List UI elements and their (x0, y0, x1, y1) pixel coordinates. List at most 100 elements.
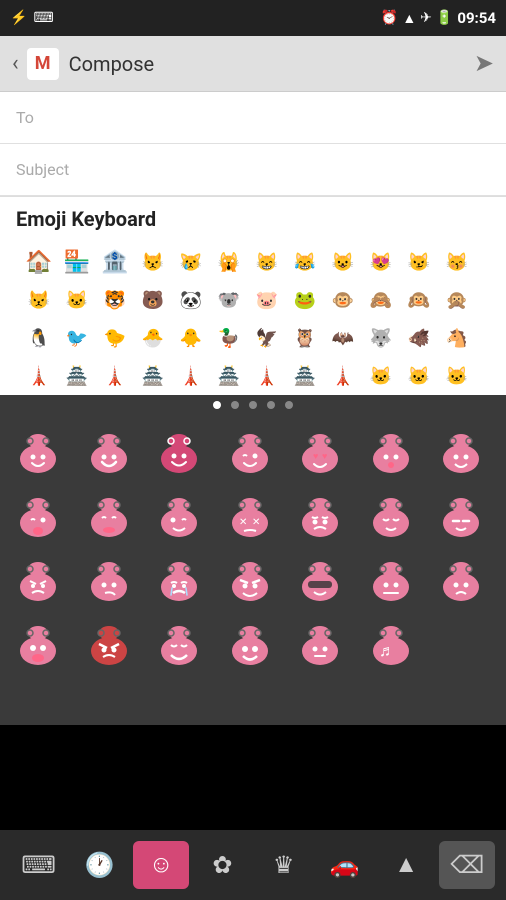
pink-emoji-tongue[interactable] (8, 489, 68, 549)
black-emoji-c2[interactable]: 🐦 (58, 319, 96, 357)
black-emoji-cat4[interactable]: 😸 (248, 243, 286, 281)
pink-emoji-grr[interactable] (290, 489, 350, 549)
pink-emoji-evil[interactable] (220, 553, 280, 613)
black-emoji-cat6[interactable]: 😺 (324, 243, 362, 281)
black-emoji-b7[interactable]: 🐷 (248, 281, 286, 319)
black-emoji-d2[interactable]: 🏯 (58, 357, 96, 395)
pink-emoji-cry[interactable] (149, 553, 209, 613)
dot-5[interactable] (285, 401, 293, 409)
pink-emoji-love[interactable]: ♥ ♥ (290, 425, 350, 485)
pink-emoji-grid: ♥ ♥ (8, 425, 498, 677)
crown-button[interactable]: ♛ (256, 841, 312, 889)
black-emoji-cat5[interactable]: 😹 (286, 243, 324, 281)
black-emoji-c9[interactable]: 🦇 (324, 319, 362, 357)
emoji-icon: ☺ (149, 851, 174, 879)
black-emoji-cat9[interactable]: 😽 (438, 243, 476, 281)
black-emoji-b1[interactable]: 😾 (20, 281, 58, 319)
keyboard-button[interactable]: ⌨ (11, 841, 67, 889)
black-emoji-house[interactable]: 🏠 (20, 243, 58, 281)
triangle-button[interactable]: ▲ (378, 841, 434, 889)
black-emoji-c3[interactable]: 🐤 (96, 319, 134, 357)
keyboard-bottom-bar: ⌨ 🕐 ☺ ✿ ♛ 🚗 ▲ ⌫ (0, 830, 506, 900)
black-emoji-d9[interactable]: 🗼 (324, 357, 362, 395)
delete-button[interactable]: ⌫ (439, 841, 495, 889)
black-emoji-b9[interactable]: 🐵 (324, 281, 362, 319)
black-emoji-b5[interactable]: 🐼 (172, 281, 210, 319)
pink-emoji-kiss[interactable] (361, 425, 421, 485)
black-emoji-cat8[interactable]: 😼 (400, 243, 438, 281)
black-emoji-d5[interactable]: 🗼 (172, 357, 210, 395)
pink-emoji-whatever[interactable] (361, 553, 421, 613)
airplane-icon: ✈ (420, 10, 432, 26)
subject-input[interactable] (96, 161, 490, 179)
black-emoji-c6[interactable]: 🦆 (210, 319, 248, 357)
emoji-keyboard-section: Emoji Keyboard 🏠 🏪 🏦 😾 😿 🙀 😸 😹 😺 😻 😼 😽 😾… (0, 197, 506, 395)
pink-emoji-wink2[interactable] (149, 489, 209, 549)
pink-emoji-cool[interactable] (290, 553, 350, 613)
clock-button[interactable]: 🕐 (72, 841, 128, 889)
black-emoji-d1[interactable]: 🗼 (20, 357, 58, 395)
black-emoji-cat1[interactable]: 😾 (134, 243, 172, 281)
pink-emoji-rage[interactable] (79, 617, 139, 677)
dot-4[interactable] (267, 401, 275, 409)
black-emoji-b2[interactable]: 🐱 (58, 281, 96, 319)
dot-1[interactable] (213, 401, 221, 409)
black-emoji-b6[interactable]: 🐨 (210, 281, 248, 319)
black-emoji-c4[interactable]: 🐣 (134, 319, 172, 357)
pink-emoji-uwah[interactable] (8, 617, 68, 677)
pink-emoji-cheer[interactable] (149, 617, 209, 677)
black-emoji-d11[interactable]: 🐱 (400, 357, 438, 395)
black-emoji-b8[interactable]: 🐸 (286, 281, 324, 319)
black-emoji-d6[interactable]: 🏯 (210, 357, 248, 395)
pink-emoji-smile[interactable] (149, 425, 209, 485)
black-emoji-d12[interactable]: 🐱 (438, 357, 476, 395)
black-emoji-c11[interactable]: 🐗 (400, 319, 438, 357)
black-emoji-c7[interactable]: 🦅 (248, 319, 286, 357)
pink-emoji-angry[interactable] (8, 553, 68, 613)
triangle-icon: ▲ (394, 851, 418, 879)
pink-emoji-happy[interactable] (8, 425, 68, 485)
flower-button[interactable]: ✿ (194, 841, 250, 889)
pink-emoji-music[interactable]: ♬ (361, 617, 421, 677)
black-emoji-d3[interactable]: 🗼 (96, 357, 134, 395)
pink-emoji-wink[interactable] (220, 425, 280, 485)
pink-emoji-worry[interactable] (431, 553, 491, 613)
pink-emoji-excited[interactable] (220, 617, 280, 677)
pink-emoji-think[interactable] (290, 617, 350, 677)
black-emoji-d10[interactable]: 🐱 (362, 357, 400, 395)
dot-indicators (0, 395, 506, 415)
black-emoji-d8[interactable]: 🏯 (286, 357, 324, 395)
black-emoji-b4[interactable]: 🐻 (134, 281, 172, 319)
black-emoji-b3[interactable]: 🐯 (96, 281, 134, 319)
black-emoji-d4[interactable]: 🏯 (134, 357, 172, 395)
pink-emoji-sleepy[interactable] (361, 489, 421, 549)
black-emoji-store[interactable]: 🏪 (58, 243, 96, 281)
black-emoji-c5[interactable]: 🐥 (172, 319, 210, 357)
car-button[interactable]: 🚗 (317, 841, 373, 889)
black-emoji-cat2[interactable]: 😿 (172, 243, 210, 281)
pink-emoji-grin[interactable] (79, 425, 139, 485)
dot-2[interactable] (231, 401, 239, 409)
black-emoji-c1[interactable]: 🐧 (20, 319, 58, 357)
back-button[interactable]: ‹ (12, 51, 19, 76)
black-emoji-c8[interactable]: 🦉 (286, 319, 324, 357)
black-emoji-b10[interactable]: 🙈 (362, 281, 400, 319)
to-input[interactable] (96, 109, 490, 127)
black-emoji-b11[interactable]: 🙉 (400, 281, 438, 319)
pink-emoji-dizzy[interactable]: ✕ ✕ (220, 489, 280, 549)
pink-emoji-hearteyes[interactable] (431, 425, 491, 485)
pink-emoji-squint[interactable] (431, 489, 491, 549)
black-emoji-bank[interactable]: 🏦 (96, 243, 134, 281)
emoji-button[interactable]: ☺ (133, 841, 189, 889)
email-form: To Subject (0, 92, 506, 197)
black-emoji-c10[interactable]: 🐺 (362, 319, 400, 357)
black-emoji-cat3[interactable]: 🙀 (210, 243, 248, 281)
black-emoji-cat7[interactable]: 😻 (362, 243, 400, 281)
send-button[interactable]: ➤ (474, 49, 494, 78)
black-emoji-c12[interactable]: 🐴 (438, 319, 476, 357)
dot-3[interactable] (249, 401, 257, 409)
black-emoji-b12[interactable]: 🙊 (438, 281, 476, 319)
pink-emoji-crazy[interactable] (79, 489, 139, 549)
black-emoji-d7[interactable]: 🗼 (248, 357, 286, 395)
pink-emoji-smirk[interactable] (79, 553, 139, 613)
